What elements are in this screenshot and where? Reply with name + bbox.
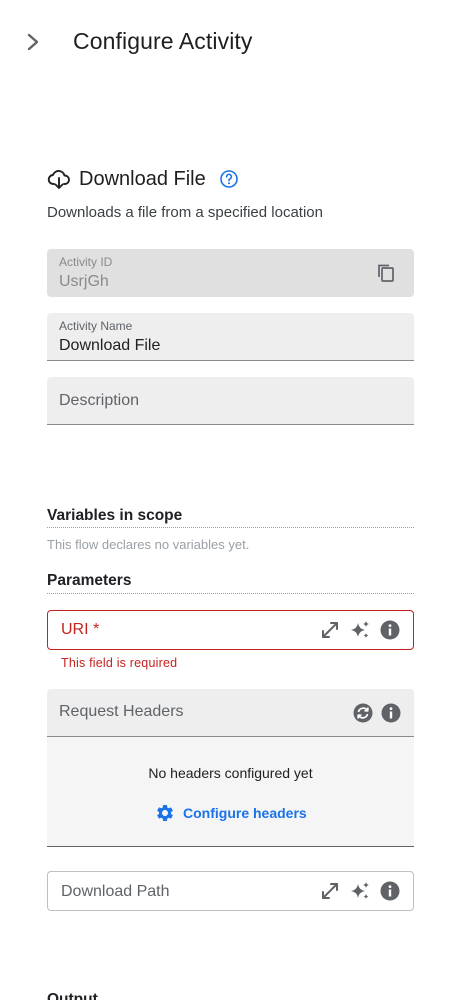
- activity-id-label: Activity ID: [59, 255, 113, 269]
- info-icon[interactable]: [380, 702, 402, 724]
- description-placeholder: Description: [59, 392, 140, 409]
- chevron-right-icon[interactable]: [24, 30, 44, 54]
- description-field[interactable]: Description: [47, 377, 414, 425]
- sync-icon[interactable]: [352, 702, 374, 724]
- activity-id-field: Activity ID UsrjGh: [47, 249, 414, 297]
- sparkle-icon[interactable]: [349, 880, 371, 902]
- configure-headers-button[interactable]: Configure headers: [155, 803, 307, 823]
- info-icon[interactable]: [379, 619, 401, 641]
- download-path-input[interactable]: Download Path: [47, 871, 414, 911]
- activity-name-label: Activity Name: [59, 319, 133, 333]
- request-headers-header[interactable]: Request Headers: [47, 689, 414, 737]
- activity-name-field[interactable]: Activity Name Download File: [47, 313, 414, 361]
- uri-actions: [311, 619, 401, 641]
- request-headers-actions: [346, 702, 402, 724]
- activity-description: Downloads a file from a specified locati…: [47, 204, 323, 221]
- page-title: Configure Activity: [73, 28, 253, 54]
- page-header: Configure Activity: [0, 0, 470, 84]
- activity-name-value[interactable]: Download File: [59, 337, 160, 355]
- activity-header: Download File: [47, 165, 239, 193]
- request-headers-label: Request Headers: [59, 703, 184, 720]
- info-icon[interactable]: [379, 880, 401, 902]
- sparkle-icon[interactable]: [349, 619, 371, 641]
- download-path-actions: [311, 880, 401, 902]
- download-path-placeholder: Download Path: [61, 883, 170, 900]
- uri-placeholder: URI *: [61, 621, 100, 638]
- headers-empty-text: No headers configured yet: [148, 765, 313, 781]
- uri-input[interactable]: URI *: [47, 610, 414, 650]
- variables-empty-text: This flow declares no variables yet.: [47, 537, 250, 552]
- activity-id-value: UsrjGh: [59, 273, 109, 290]
- cloud-download-icon: [47, 170, 70, 189]
- output-section-title: Output: [47, 991, 98, 1000]
- gear-icon: [157, 805, 173, 821]
- variables-section-title: Variables in scope: [47, 507, 414, 528]
- help-circle-icon[interactable]: [219, 169, 239, 189]
- expand-icon[interactable]: [319, 619, 341, 641]
- request-headers-panel: Request Headers No headers configured ye…: [47, 689, 414, 847]
- parameters-section-title: Parameters: [47, 572, 414, 594]
- copy-icon[interactable]: [376, 263, 396, 283]
- configure-headers-label: Configure headers: [183, 805, 307, 821]
- activity-title: Download File: [79, 167, 206, 190]
- uri-error-text: This field is required: [61, 656, 178, 670]
- expand-icon[interactable]: [319, 880, 341, 902]
